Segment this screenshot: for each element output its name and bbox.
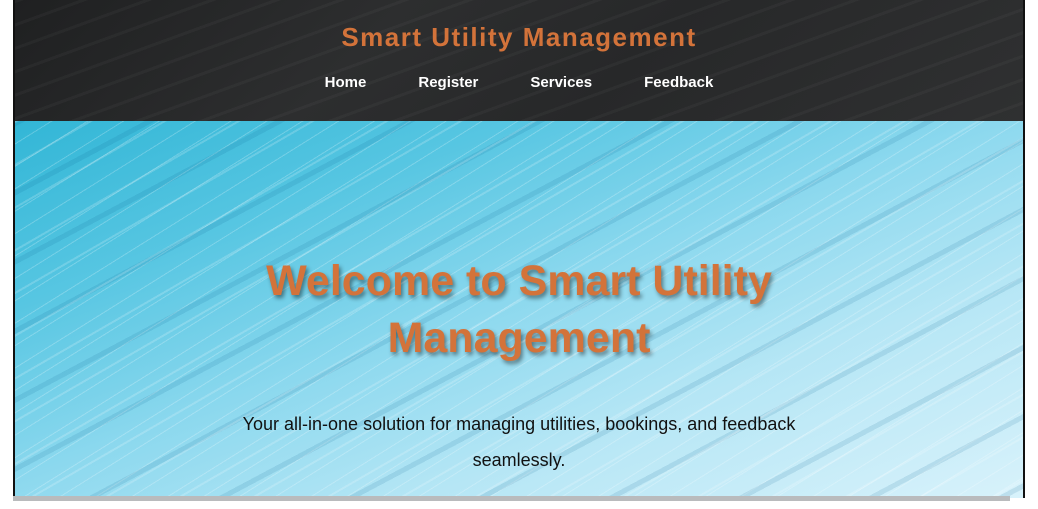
horizontal-scrollbar[interactable] [13, 496, 1010, 501]
nav-home-link[interactable]: Home [325, 74, 367, 91]
page-frame: Smart Utility Management Home Register S… [13, 0, 1025, 498]
site-title: Smart Utility Management [341, 22, 697, 52]
hero-subtitle: Your all-in-one solution for managing ut… [242, 414, 796, 470]
nav-services-link[interactable]: Services [530, 74, 592, 91]
nav-register-link[interactable]: Register [418, 74, 478, 91]
nav-feedback-link[interactable]: Feedback [644, 74, 713, 91]
site-header: Smart Utility Management Home Register S… [15, 0, 1023, 121]
main-nav: Home Register Services Feedback [15, 74, 1023, 91]
hero-title: Welcome to Smart Utility Management [266, 257, 772, 362]
hero-section: Welcome to Smart Utility Management Your… [15, 121, 1023, 498]
